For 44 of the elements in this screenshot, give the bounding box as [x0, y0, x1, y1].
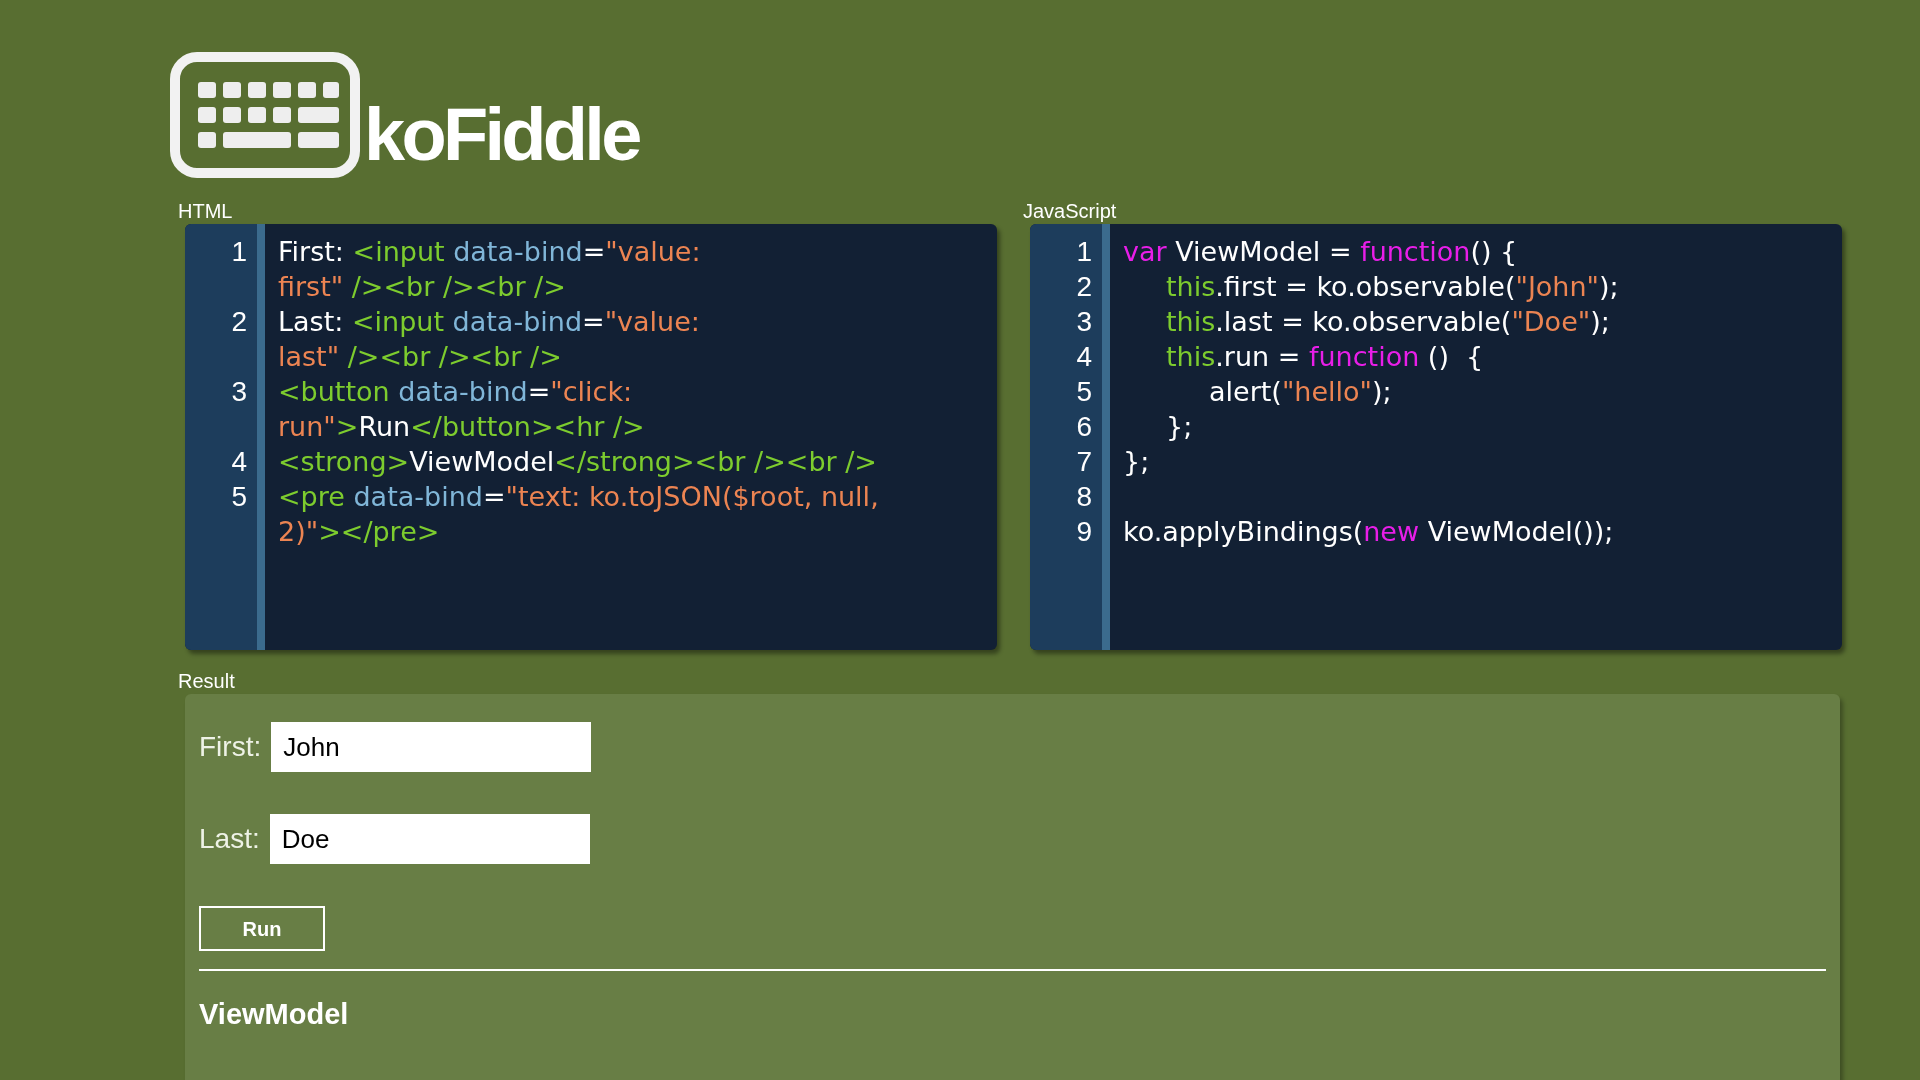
code-line: <button data-bind="click: — [278, 375, 633, 409]
line-number: 1 — [231, 235, 247, 269]
code-line: this.run = function () { — [1166, 340, 1484, 374]
code-line: this.last = ko.observable("Doe"); — [1166, 305, 1610, 339]
code-line: alert("hello"); — [1209, 375, 1392, 409]
code-line: ko.applyBindings(new ViewModel()); — [1123, 515, 1614, 549]
logo-text: koFiddle — [364, 98, 639, 172]
code-line: var ViewModel = function() { — [1123, 235, 1518, 269]
field-label: Last: — [199, 822, 260, 856]
code-line: }; — [1166, 410, 1193, 444]
code-line: 2)"></pre> — [278, 515, 440, 549]
line-number: 6 — [1076, 410, 1092, 444]
line-number: 4 — [231, 445, 247, 479]
code-line: }; — [1123, 445, 1150, 479]
line-number: 8 — [1076, 480, 1092, 514]
code-line: this.first = ko.observable("John"); — [1166, 270, 1619, 304]
line-number: 5 — [231, 480, 247, 514]
panel-label: JavaScript — [1023, 199, 1118, 224]
keyboard-icon — [170, 52, 360, 178]
line-number: 2 — [231, 305, 247, 339]
line-number: 7 — [1076, 445, 1092, 479]
code-line: Last: <input data-bind="value: — [278, 305, 700, 339]
line-number: 3 — [231, 375, 247, 409]
panel-label: Result — [178, 669, 236, 694]
line-number: 3 — [1076, 305, 1092, 339]
code-line: run">Run</button><hr /> — [278, 410, 645, 444]
code-line: <strong>ViewModel</strong><br /><br /> — [278, 445, 877, 479]
code-line: first" /><br /><br /> — [278, 270, 566, 304]
panel-label: HTML — [178, 199, 234, 224]
code-line: <pre data-bind="text: ko.toJSON($root, null, — [278, 480, 879, 514]
input-field[interactable]: Doe — [269, 814, 590, 864]
viewmodel-heading: ViewModel — [199, 997, 349, 1032]
line-number: 9 — [1076, 515, 1092, 549]
code-line: last" /><br /><br /> — [278, 340, 562, 374]
code-line: First: <input data-bind="value: — [278, 235, 701, 269]
input-field[interactable]: John — [271, 722, 592, 772]
code-editor[interactable]: 1 2 3 4 5 6 7 8 9 var ViewModel = function() { this.first = ko.observable("John"); this.last = ko.observable("Doe"); this.run = function () { alert("hello"); }; }; ko.applyBindings(new ViewModel()); — [1030, 224, 1842, 650]
line-number: 5 — [1076, 375, 1092, 409]
field-label: First: — [199, 730, 262, 764]
code-editor[interactable] — [185, 224, 997, 650]
line-number: 4 — [1076, 340, 1092, 374]
run-button[interactable]: Run — [199, 906, 325, 951]
line-number: 1 — [1076, 235, 1092, 269]
line-number: 2 — [1076, 270, 1092, 304]
